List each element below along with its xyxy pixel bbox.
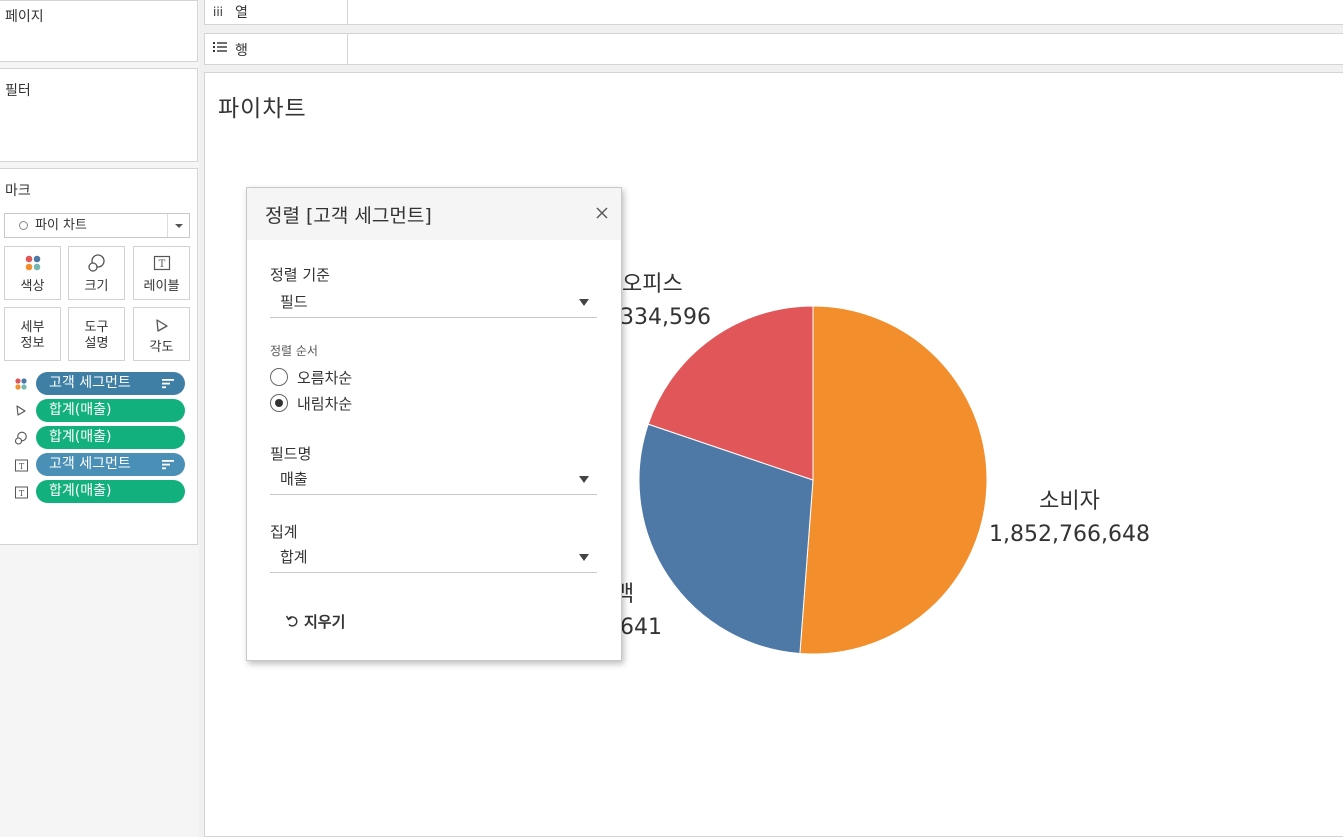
sort-order-label: 정렬 순서: [270, 344, 318, 358]
pie-slice-consumer[interactable]: [799, 305, 988, 655]
field-name-label: 필드명: [270, 445, 312, 463]
ascending-label: 오름차순: [297, 369, 353, 387]
close-icon[interactable]: [593, 204, 611, 222]
aggregation-label: 집계: [270, 523, 298, 541]
pie-label-consumer: 소비자 1,852,766,648: [989, 485, 1150, 551]
field-name-select[interactable]: 매출: [270, 465, 597, 495]
descending-label: 내림차순: [297, 395, 353, 413]
radio-circle-selected[interactable]: [270, 394, 288, 412]
sort-by-label: 정렬 기준: [270, 266, 330, 284]
field-name-value: 매출: [280, 470, 308, 488]
sort-dialog-header[interactable]: 정렬 [고객 세그먼트]: [247, 188, 621, 240]
pie-label-value: 1,852,766,648: [989, 522, 1150, 547]
sort-by-value: 필드: [280, 293, 308, 311]
caret-down-icon: [579, 299, 589, 306]
pie-label-category: 소비자: [1039, 489, 1100, 514]
clear-label: 지우기: [304, 613, 346, 631]
caret-down-icon: [579, 476, 589, 483]
aggregation-select[interactable]: 합계: [270, 543, 597, 573]
caret-down-icon: [579, 554, 589, 561]
sort-dialog-title: 정렬 [고객 세그먼트]: [265, 205, 432, 227]
sort-dialog: 정렬 [고객 세그먼트] 정렬 기준 필드 정렬 순서 오름차순 내림차순 필드…: [246, 187, 622, 661]
reset-icon: [285, 615, 298, 627]
radio-circle[interactable]: [270, 368, 288, 386]
aggregation-value: 합계: [280, 548, 308, 566]
sort-by-select[interactable]: 필드: [270, 288, 597, 318]
pie-chart[interactable]: [0, 0, 1343, 837]
